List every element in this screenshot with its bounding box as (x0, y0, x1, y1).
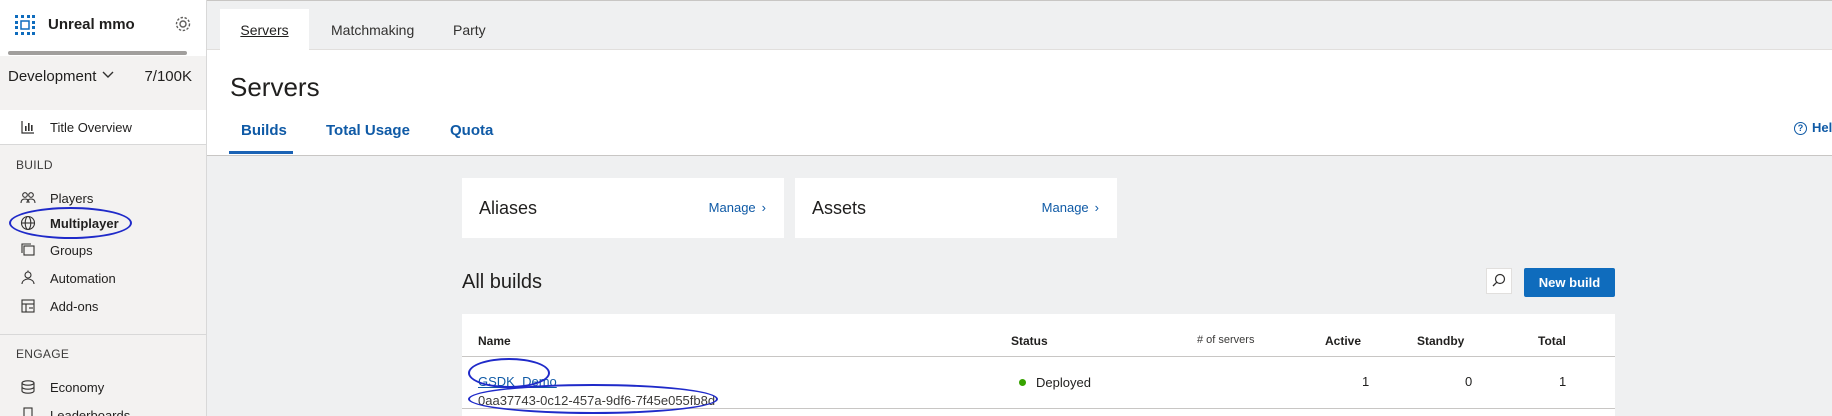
section-header-engage: ENGAGE (16, 347, 70, 361)
add-ons-icon (21, 299, 35, 313)
active-subtab-indicator (229, 151, 293, 154)
subtab-total-usage[interactable]: Total Usage (326, 122, 410, 139)
manage-label: Manage (1041, 200, 1089, 215)
divider (0, 144, 206, 145)
help-label: Help (1812, 120, 1832, 135)
active-count: 1 (1362, 374, 1370, 389)
divider (0, 334, 206, 335)
sidebar-header: Unreal mmo (0, 0, 206, 56)
chevron-right-icon: › (761, 200, 766, 215)
chart-icon (21, 121, 34, 134)
status-label: Deployed (1036, 375, 1091, 390)
sidebar-item-groups[interactable]: Groups (0, 238, 206, 264)
annotation-circle (468, 384, 718, 414)
app-name[interactable]: Unreal mmo (48, 16, 135, 33)
economy-icon (21, 380, 35, 394)
aliases-manage-link[interactable]: Manage › (709, 200, 766, 215)
status-ok-icon (1019, 379, 1026, 386)
section-header-build: BUILD (16, 158, 53, 172)
player-count: 7/100K (144, 68, 192, 85)
sidebar: Unreal mmo Development 7/100K Title Over… (0, 0, 207, 416)
total-count: 1 (1559, 374, 1567, 389)
column-header-servers: # of servers (1197, 334, 1255, 346)
groups-icon (21, 243, 35, 256)
sidebar-item-label: Add-ons (50, 299, 99, 314)
manage-label: Manage (708, 200, 756, 215)
annotation-circle (9, 207, 132, 239)
all-builds-heading: All builds (462, 271, 543, 293)
gear-icon[interactable] (174, 15, 192, 33)
automation-icon (21, 270, 35, 285)
tab-matchmaking[interactable]: Matchmaking (309, 9, 436, 51)
standby-count: 0 (1465, 374, 1473, 389)
sidebar-item-title-overview[interactable]: Title Overview (0, 110, 206, 144)
sidebar-item-economy[interactable]: Economy (0, 375, 206, 401)
subtab-quota[interactable]: Quota (450, 122, 493, 139)
search-button[interactable] (1486, 268, 1512, 294)
header-divider (462, 356, 1615, 357)
assets-card: Assets Manage › (795, 178, 1117, 238)
sidebar-item-leaderboards[interactable]: Leaderboards (0, 403, 206, 416)
top-nav: Servers Matchmaking Party (207, 0, 1832, 51)
builds-table: Name Status # of servers Active Standby … (462, 314, 1615, 416)
status-cell: Deployed (1019, 375, 1091, 390)
title-logo-icon (15, 15, 35, 35)
column-header-active[interactable]: Active (1325, 334, 1361, 348)
column-header-standby[interactable]: Standby (1417, 334, 1464, 348)
sidebar-item-label: Players (50, 191, 94, 206)
leaderboards-icon (23, 407, 33, 416)
search-icon (1492, 273, 1506, 287)
sidebar-scroll-bar[interactable] (8, 51, 187, 55)
sidebar-item-label: Leaderboards (50, 408, 131, 416)
card-title: Assets (812, 198, 867, 218)
sidebar-item-players[interactable]: Players (0, 186, 206, 212)
players-icon (20, 192, 36, 204)
sidebar-item-automation[interactable]: Automation (0, 266, 206, 292)
environment-selector[interactable]: Development (8, 68, 96, 85)
tab-party[interactable]: Party (431, 9, 508, 51)
annotation-circle (468, 358, 550, 388)
sidebar-item-label: Title Overview (50, 120, 132, 135)
tab-servers[interactable]: Servers (220, 9, 309, 51)
main-content: Servers Matchmaking Party Servers Builds… (207, 0, 1832, 416)
aliases-card: Aliases Manage › (462, 178, 784, 238)
chevron-down-icon[interactable] (101, 68, 115, 82)
card-title: Aliases (479, 198, 538, 218)
sidebar-item-label: Economy (50, 380, 105, 395)
help-icon: ? (1794, 122, 1807, 135)
page-title: Servers (230, 72, 320, 102)
sidebar-item-label: Automation (50, 271, 116, 286)
subtab-builds[interactable]: Builds (241, 122, 287, 139)
assets-manage-link[interactable]: Manage › (1042, 200, 1099, 215)
help-link[interactable]: ? Help (1794, 120, 1832, 135)
new-build-button[interactable]: New build (1524, 268, 1615, 297)
chevron-right-icon: › (1094, 200, 1099, 215)
column-header-name[interactable]: Name (478, 334, 511, 348)
column-header-status[interactable]: Status (1011, 334, 1048, 348)
column-header-total[interactable]: Total (1538, 334, 1566, 348)
sidebar-item-add-ons[interactable]: Add-ons (0, 294, 206, 320)
page-header: Servers Builds Total Usage Quota ? Help (207, 50, 1832, 156)
sidebar-item-label: Groups (50, 243, 93, 258)
